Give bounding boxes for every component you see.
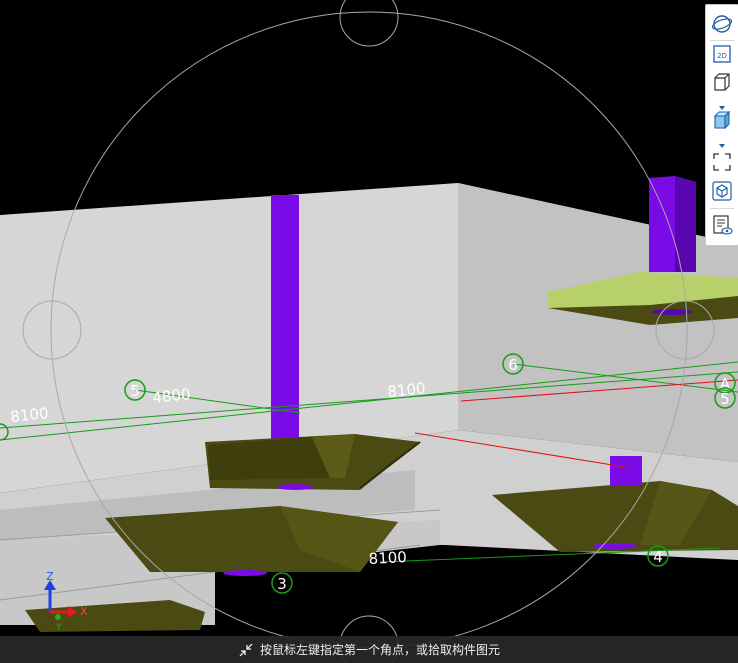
chevron-down-icon — [719, 144, 725, 148]
base-hole-2 — [223, 570, 267, 576]
axis-label-4: 4 — [653, 548, 663, 566]
column-right-lower — [610, 456, 642, 486]
axis-label-6: 6 — [508, 356, 518, 374]
gizmo-z-label: Z — [46, 570, 54, 583]
2d-view-label: 2D — [717, 52, 727, 60]
shaded-cube-dropdown[interactable] — [717, 135, 727, 148]
gizmo-x-label: X — [80, 605, 88, 618]
view-toolbar: 2D — [705, 4, 738, 246]
fit-frame-icon — [713, 153, 731, 171]
orbit-sphere-icon — [711, 15, 733, 33]
view-cube-dropdown[interactable] — [717, 97, 727, 110]
toolbar-separator — [710, 208, 734, 209]
view-settings-button[interactable] — [710, 214, 734, 236]
2d-view-icon: 2D — [713, 45, 731, 63]
shrink-arrows-icon — [238, 642, 254, 658]
shaded-cube-icon — [713, 110, 731, 130]
orbit-button[interactable] — [710, 13, 734, 35]
axis-label-a2: 5 — [720, 390, 730, 408]
base-hole-3 — [593, 543, 637, 549]
axis-label-5: 5 — [130, 382, 140, 400]
base-hole-1 — [277, 484, 313, 490]
document-eye-icon — [713, 215, 733, 235]
2d-view-button[interactable]: 2D — [710, 43, 734, 65]
zoom-extents-button[interactable] — [710, 151, 734, 173]
shaded-cube-button[interactable] — [710, 109, 734, 131]
gizmo-y-label: Y — [55, 623, 62, 633]
component-display-button[interactable] — [710, 180, 734, 202]
axis-label-3: 3 — [277, 575, 287, 593]
hexagon-cube-icon — [712, 181, 732, 201]
status-message: 按鼠标左键指定第一个角点，或拾取构件图元 — [259, 643, 500, 657]
status-bar: 按鼠标左键指定第一个角点，或拾取构件图元 — [0, 636, 738, 663]
wireframe-cube-icon — [714, 73, 730, 91]
dimension-label-4: 8100 — [368, 548, 407, 568]
view-cube-button[interactable] — [710, 71, 734, 93]
toolbar-separator — [710, 40, 734, 41]
scene-canvas[interactable]: 5 6 A 5 3 4 8100 4800 8100 8100 Z X Y — [0, 0, 738, 663]
3d-viewport[interactable]: 5 6 A 5 3 4 8100 4800 8100 8100 Z X Y — [0, 0, 738, 663]
orbit-handle-top[interactable] — [339, 0, 399, 47]
